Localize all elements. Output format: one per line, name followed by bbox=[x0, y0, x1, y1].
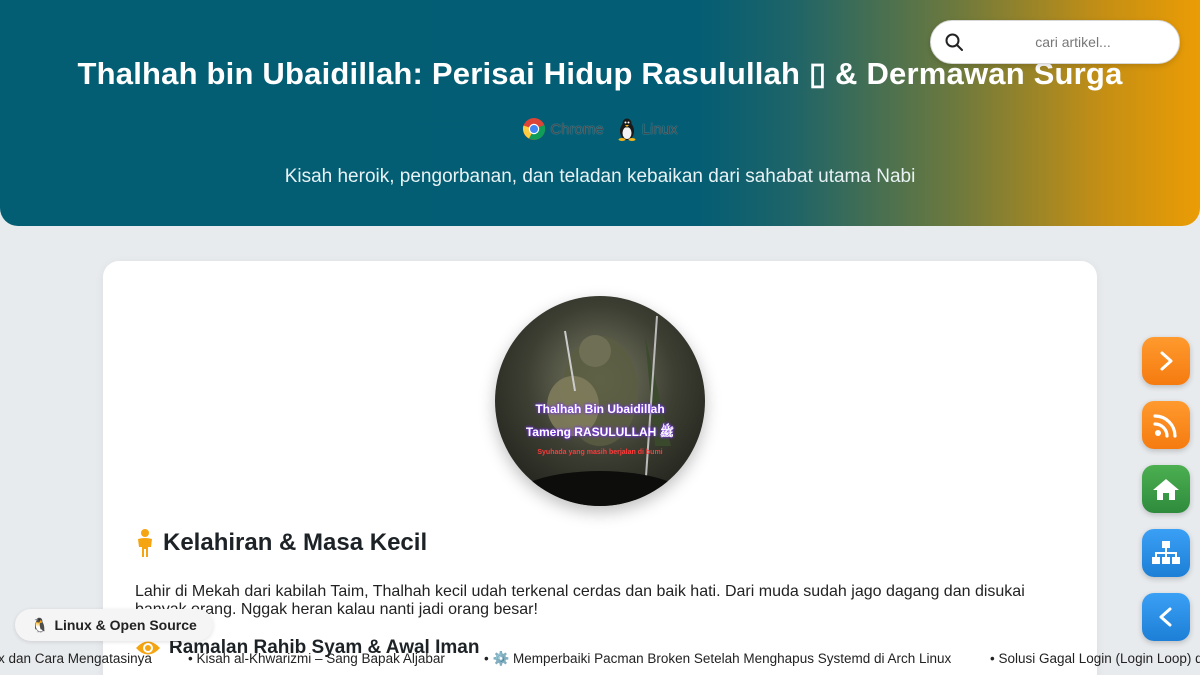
page-subtitle: Kisah heroik, pengorbanan, dan teladan k… bbox=[284, 166, 916, 187]
tux-icon bbox=[618, 118, 636, 141]
search-box[interactable] bbox=[930, 20, 1180, 64]
ticker-item[interactable]: • ⚙️ Memperbaiki Pacman Broken Setelah M… bbox=[484, 651, 951, 667]
chevron-left-icon bbox=[1159, 607, 1172, 627]
ticker-item[interactable]: • Kisah al-Khwarizmi – Sang Bapak Aljaba… bbox=[188, 651, 445, 666]
chrome-icon bbox=[523, 118, 546, 140]
article-card: Thalhah Bin Ubaidillah Tameng RASULULLAH… bbox=[103, 261, 1097, 675]
news-ticker: x dan Cara Mengatasinya • Kisah al-Khwar… bbox=[0, 647, 1200, 671]
rss-feed-button[interactable] bbox=[1142, 401, 1190, 449]
tux-icon: 🐧 bbox=[31, 616, 49, 633]
home-icon bbox=[1153, 479, 1179, 500]
badge-chrome: Chrome bbox=[522, 117, 604, 141]
search-input[interactable] bbox=[973, 34, 1173, 50]
section-heading-text: Kelahiran & Masa Kecil bbox=[163, 529, 428, 556]
article-image: Thalhah Bin Ubaidillah Tameng RASULULLAH… bbox=[495, 296, 705, 506]
section-paragraph: Lahir di Mekah dari kabilah Taim, Thalha… bbox=[135, 583, 1025, 618]
image-caption-title: Thalhah Bin Ubaidillah bbox=[535, 402, 665, 416]
chevron-right-icon bbox=[1160, 351, 1173, 371]
category-pill[interactable]: 🐧 Linux & Open Source bbox=[15, 609, 213, 641]
sitemap-button[interactable] bbox=[1142, 529, 1190, 577]
badge-linux-label: Linux bbox=[641, 120, 678, 138]
next-page-button[interactable] bbox=[1142, 337, 1190, 385]
badge-linux: Linux bbox=[616, 117, 678, 141]
badge-chrome-label: Chrome bbox=[550, 120, 604, 138]
sitemap-icon bbox=[1152, 541, 1180, 564]
home-button[interactable] bbox=[1142, 465, 1190, 513]
image-caption-subtitle: Tameng RASULULLAH ﷺ bbox=[525, 425, 675, 439]
ticker-item[interactable]: x dan Cara Mengatasinya bbox=[0, 651, 152, 666]
rss-icon bbox=[1153, 414, 1177, 438]
ticker-item[interactable]: • Solusi Gagal Login (Login Loop) d bbox=[990, 651, 1200, 666]
platform-badges: Chrome Linux bbox=[0, 117, 1200, 141]
person-icon bbox=[138, 529, 152, 557]
image-caption-tagline: Syuhada yang masih berjalan di bumi bbox=[537, 449, 663, 456]
previous-page-button[interactable] bbox=[1142, 593, 1190, 641]
category-pill-label: Linux & Open Source bbox=[54, 617, 197, 633]
warrior-illustration bbox=[510, 315, 690, 506]
section-heading-birth: Kelahiran & Masa Kecil bbox=[135, 529, 427, 557]
search-icon bbox=[945, 33, 963, 51]
